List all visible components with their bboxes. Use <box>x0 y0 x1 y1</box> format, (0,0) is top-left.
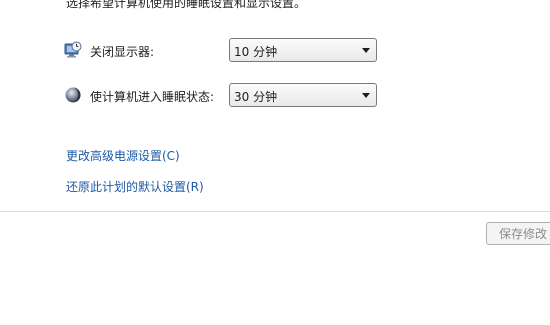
divider <box>0 211 550 212</box>
moon-icon <box>64 86 82 104</box>
display-off-row: 关闭显示器: 10 分钟 <box>64 38 394 64</box>
advanced-power-settings-link[interactable]: 更改高级电源设置(C) <box>66 147 180 164</box>
sleep-value: 30 分钟 <box>234 90 278 104</box>
sleep-label: 使计算机进入睡眠状态: <box>90 90 215 104</box>
save-changes-button[interactable]: 保存修改 <box>486 222 550 245</box>
intro-text: 选择希望计算机使用的睡眠设置和显示设置。 <box>66 0 307 10</box>
display-off-label: 关闭显示器: <box>90 45 155 59</box>
sleep-select[interactable]: 30 分钟 <box>229 83 377 107</box>
monitor-clock-icon <box>64 41 82 59</box>
display-off-value: 10 分钟 <box>234 45 278 59</box>
sleep-row: 使计算机进入睡眠状态: 30 分钟 <box>64 83 394 109</box>
display-off-select[interactable]: 10 分钟 <box>229 38 377 62</box>
chevron-down-icon <box>362 48 370 53</box>
restore-defaults-link[interactable]: 还原此计划的默认设置(R) <box>66 178 204 195</box>
chevron-down-icon <box>362 93 370 98</box>
